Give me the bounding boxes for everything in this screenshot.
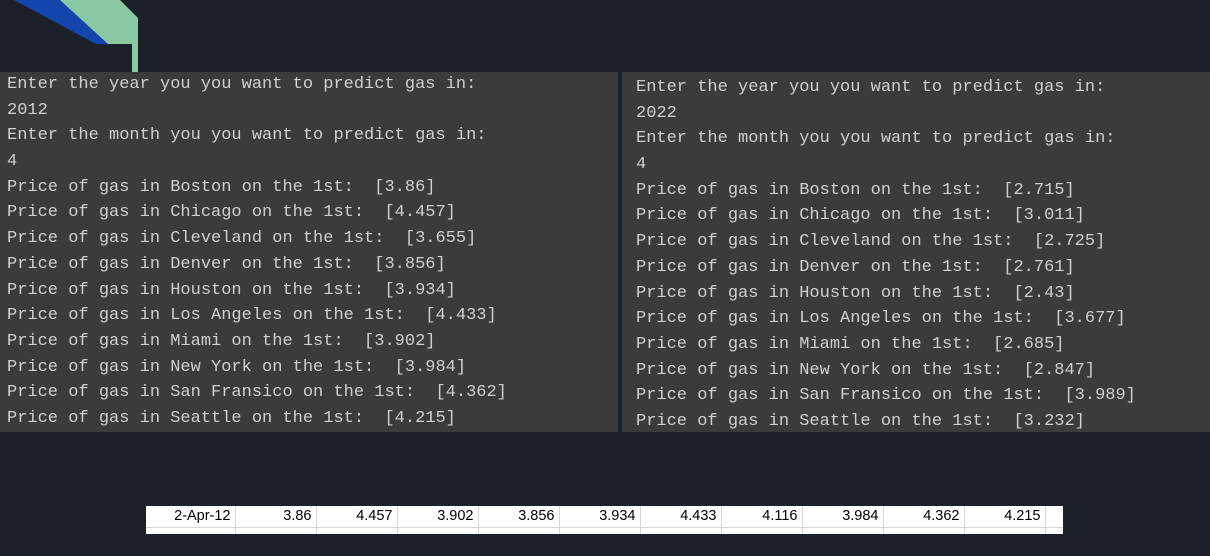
console-line: Price of gas in Houston on the 1st: [2.4… <box>636 283 1075 303</box>
console-line: Price of gas in Los Angeles on the 1st: … <box>7 306 497 326</box>
empty-cell[interactable] <box>316 527 398 534</box>
console-line: Price of gas in Denver on the 1st: [3.85… <box>7 254 446 274</box>
spreadsheet-row: 2-Apr-12 3.86 4.457 3.902 3.856 3.934 4.… <box>146 506 1063 534</box>
empty-cell[interactable] <box>721 527 803 534</box>
table-cell[interactable]: 3.934 <box>559 506 641 528</box>
console-line: 4 <box>636 155 647 175</box>
console-line: 2022 <box>636 103 677 123</box>
table-cell[interactable]: 3.984 <box>802 506 884 528</box>
empty-cell[interactable] <box>478 527 560 534</box>
console-line: Price of gas in Boston on the 1st: [3.86… <box>7 177 436 197</box>
table-row: 2-Apr-12 3.86 4.457 3.902 3.856 3.934 4.… <box>146 506 1063 528</box>
table-row <box>146 527 1063 534</box>
console-line: Price of gas in Seattle on the 1st: [4.2… <box>7 408 456 428</box>
console-line: Price of gas in Denver on the 1st: [2.76… <box>636 257 1075 277</box>
console-line: Price of gas in Seattle on the 1st: [3.2… <box>636 411 1085 431</box>
empty-cell[interactable] <box>964 527 1046 534</box>
console-line: 4 <box>7 152 18 172</box>
empty-cell[interactable] <box>559 527 641 534</box>
table-cell[interactable]: 3.856 <box>478 506 560 528</box>
table-cell[interactable]: 4.116 <box>721 506 803 528</box>
table-cell[interactable]: 3.902 <box>397 506 479 528</box>
empty-cell[interactable] <box>146 527 236 534</box>
empty-cell[interactable] <box>235 527 317 534</box>
empty-cell[interactable] <box>1045 506 1063 528</box>
empty-cell[interactable] <box>802 527 884 534</box>
console-line: Price of gas in Chicago on the 1st: [3.0… <box>636 206 1085 226</box>
left-console-output: Enter the year you you want to predict g… <box>0 72 618 432</box>
console-line: Price of gas in Cleveland on the 1st: [3… <box>7 229 477 249</box>
console-line: Price of gas in New York on the 1st: [3.… <box>7 357 467 377</box>
console-line: Enter the month you you want to predict … <box>636 129 1116 149</box>
right-console-output: Enter the year you you want to predict g… <box>622 72 1210 432</box>
table-cell[interactable]: 4.433 <box>640 506 722 528</box>
date-cell[interactable]: 2-Apr-12 <box>146 506 236 528</box>
console-line: Price of gas in Miami on the 1st: [2.685… <box>636 334 1065 354</box>
console-line: Price of gas in New York on the 1st: [2.… <box>636 360 1096 380</box>
table-cell[interactable]: 4.362 <box>883 506 965 528</box>
console-line: Price of gas in Miami on the 1st: [3.902… <box>7 331 436 351</box>
console-line: Price of gas in Boston on the 1st: [2.71… <box>636 180 1075 200</box>
console-line: Enter the month you you want to predict … <box>7 126 487 146</box>
console-line: Price of gas in Los Angeles on the 1st: … <box>636 309 1126 329</box>
empty-cell[interactable] <box>883 527 965 534</box>
table-cell[interactable]: 3.86 <box>235 506 317 528</box>
console-line: Price of gas in San Fransico on the 1st:… <box>636 386 1136 406</box>
empty-cell[interactable] <box>640 527 722 534</box>
console-line: Enter the year you you want to predict g… <box>7 75 477 94</box>
corner-decoration <box>14 0 138 74</box>
console-line: Price of gas in Houston on the 1st: [3.9… <box>7 280 456 300</box>
table-cell[interactable]: 4.215 <box>964 506 1046 528</box>
console-line: Price of gas in Cleveland on the 1st: [2… <box>636 232 1106 252</box>
console-line: 2012 <box>7 100 48 120</box>
table-cell[interactable]: 4.457 <box>316 506 398 528</box>
empty-cell[interactable] <box>397 527 479 534</box>
console-line: Enter the year you you want to predict g… <box>636 78 1106 97</box>
empty-cell[interactable] <box>1045 527 1063 534</box>
console-line: Price of gas in Chicago on the 1st: [4.4… <box>7 203 456 223</box>
console-line: Price of gas in San Fransico on the 1st:… <box>7 383 507 403</box>
